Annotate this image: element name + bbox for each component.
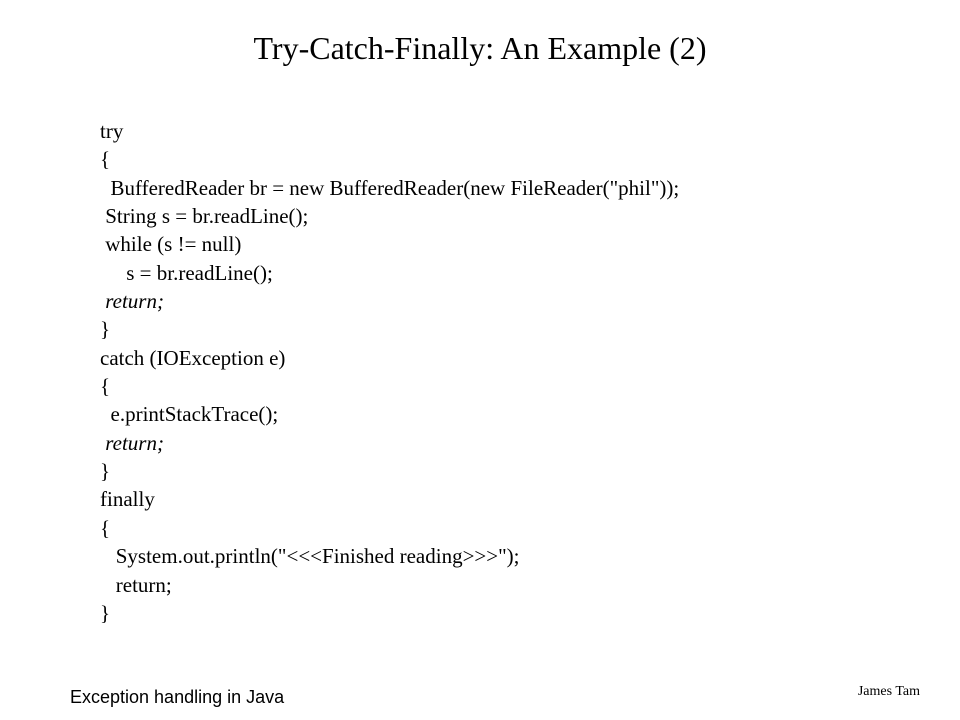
- slide-title: Try-Catch-Finally: An Example (2): [40, 30, 920, 67]
- slide-container: Try-Catch-Finally: An Example (2) try { …: [0, 0, 960, 720]
- code-line-return: return;: [100, 287, 920, 315]
- code-line: s = br.readLine();: [100, 259, 920, 287]
- footer-right: James Tam: [858, 684, 920, 700]
- code-line: finally: [100, 485, 920, 513]
- code-line: BufferedReader br = new BufferedReader(n…: [100, 174, 920, 202]
- code-line: try: [100, 117, 920, 145]
- code-line: String s = br.readLine();: [100, 202, 920, 230]
- code-line-return: return;: [100, 429, 920, 457]
- code-line: System.out.println("<<<Finished reading>…: [100, 542, 920, 570]
- code-line: {: [100, 145, 920, 173]
- code-line: while (s != null): [100, 230, 920, 258]
- code-block: try { BufferedReader br = new BufferedRe…: [100, 117, 920, 627]
- footer-left: Exception handling in Java: [70, 687, 284, 708]
- code-line: return;: [100, 571, 920, 599]
- code-line: e.printStackTrace();: [100, 400, 920, 428]
- code-line: {: [100, 372, 920, 400]
- code-line: }: [100, 599, 920, 627]
- code-line: }: [100, 457, 920, 485]
- code-line: catch (IOException e): [100, 344, 920, 372]
- code-line: {: [100, 514, 920, 542]
- code-line: }: [100, 315, 920, 343]
